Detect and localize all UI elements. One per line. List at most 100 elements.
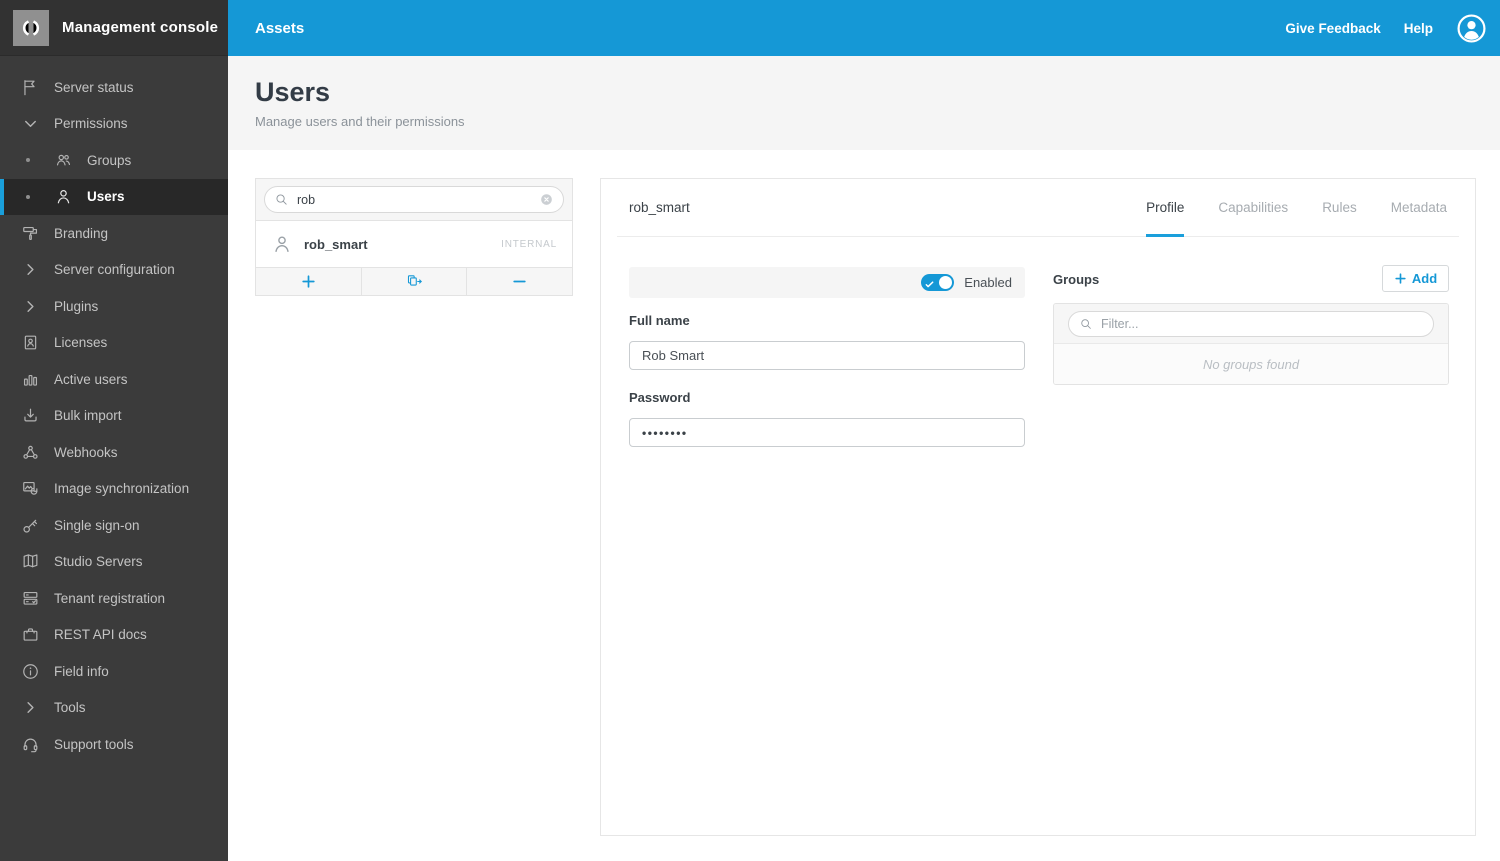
sidebar-item-label: Field info (54, 663, 109, 679)
user-search-box (264, 186, 564, 213)
groups-icon (53, 151, 74, 170)
sidebar-item-label: Tools (54, 700, 86, 716)
user-search-input[interactable] (297, 192, 531, 207)
search-icon (274, 192, 289, 207)
sidebar-item-server-status[interactable]: Server status (0, 69, 228, 106)
tab-rules[interactable]: Rules (1322, 179, 1357, 236)
add-user-button[interactable] (256, 268, 362, 295)
sidebar-item-bulk-import[interactable]: Bulk import (0, 398, 228, 435)
groups-label: Groups (1053, 272, 1100, 287)
tab-profile[interactable]: Profile (1146, 179, 1185, 237)
sidebar-item-plugins[interactable]: Plugins (0, 288, 228, 325)
management-console-screen: Management console Server status Permissi… (0, 0, 1500, 861)
groups-filter-input[interactable] (1101, 316, 1423, 331)
open-text-logo-icon (13, 9, 49, 46)
sidebar-item-single-sign-on[interactable]: Single sign-on (0, 507, 228, 544)
user-list-toolbar (256, 268, 572, 295)
bullet-dot (26, 194, 30, 199)
sidebar-item-tenant-registration[interactable]: Tenant registration (0, 580, 228, 617)
search-icon (1079, 317, 1093, 331)
sidebar-item-label: Webhooks (54, 444, 118, 460)
user-list: rob_smart INTERNAL (256, 221, 572, 268)
plus-icon (1394, 272, 1407, 285)
tab-label: Rules (1322, 200, 1357, 215)
minus-icon (511, 273, 528, 290)
sidebar-item-label: Bulk import (54, 408, 122, 424)
sidebar-item-server-configuration[interactable]: Server configuration (0, 252, 228, 289)
clear-search-icon[interactable] (539, 192, 554, 207)
sidebar-item-licenses[interactable]: Licenses (0, 325, 228, 362)
remove-user-button[interactable] (467, 268, 572, 295)
key-icon (20, 516, 41, 535)
page-header: Users Manage users and their permissions (228, 56, 1500, 150)
user-list-item[interactable]: rob_smart INTERNAL (256, 221, 572, 268)
sidebar-item-label: Support tools (54, 736, 134, 752)
enabled-toggle[interactable] (921, 274, 955, 291)
toggle-knob (939, 276, 953, 289)
sidebar-item-image-synchronization[interactable]: Image synchronization (0, 471, 228, 508)
tab-label: Capabilities (1218, 200, 1289, 215)
user-list-panel: rob_smart INTERNAL (255, 178, 573, 296)
sidebar-item-studio-servers[interactable]: Studio Servers (0, 544, 228, 581)
sidebar-item-label: Server configuration (54, 262, 175, 278)
headset-icon (20, 735, 41, 754)
flag-icon (20, 78, 41, 97)
sidebar-item-branding[interactable]: Branding (0, 215, 228, 252)
sidebar-item-rest-api-docs[interactable]: REST API docs (0, 617, 228, 654)
sidebar-item-webhooks[interactable]: Webhooks (0, 434, 228, 471)
sidebar: Management console Server status Permissi… (0, 0, 228, 861)
tab-metadata[interactable]: Metadata (1391, 179, 1447, 236)
sidebar-item-permissions[interactable]: Permissions (0, 106, 228, 143)
download-icon (20, 406, 41, 425)
app-title: Assets (255, 19, 305, 37)
sidebar-item-users[interactable]: Users (0, 178, 228, 215)
tab-label: Profile (1146, 200, 1185, 215)
sidebar-item-label: Licenses (54, 335, 108, 351)
copy-user-to-button[interactable] (362, 268, 468, 295)
info-icon (20, 662, 41, 681)
add-group-button[interactable]: Add (1382, 265, 1449, 292)
full-name-label: Full name (629, 313, 690, 328)
sidebar-item-label: Users (87, 189, 125, 205)
groups-empty-message: No groups found (1054, 344, 1448, 384)
sidebar-item-tools[interactable]: Tools (0, 690, 228, 727)
sidebar-item-support-tools[interactable]: Support tools (0, 726, 228, 763)
chevron-down-icon (20, 114, 41, 133)
paint-roller-icon (20, 224, 41, 243)
detail-username: rob_smart (629, 200, 690, 215)
help-link[interactable]: Help (1404, 21, 1433, 36)
groups-filter-box (1068, 310, 1434, 337)
sidebar-item-label: Branding (54, 225, 109, 241)
groups-box: No groups found (1053, 303, 1449, 385)
sidebar-item-field-info[interactable]: Field info (0, 653, 228, 690)
sidebar-item-label: Single sign-on (54, 517, 140, 533)
topbar: Assets Give Feedback Help (228, 0, 1500, 56)
sidebar-item-active-users[interactable]: Active users (0, 361, 228, 398)
password-input[interactable] (629, 418, 1025, 447)
topbar-right: Give Feedback Help (1285, 13, 1500, 44)
toolbox-icon (20, 625, 41, 644)
full-name-input[interactable] (629, 341, 1025, 370)
user-type-badge: INTERNAL (501, 238, 557, 250)
sidebar-item-label: Server status (54, 79, 134, 95)
tab-label: Metadata (1390, 200, 1447, 215)
sidebar-item-groups[interactable]: Groups (0, 142, 228, 179)
tab-capabilities[interactable]: Capabilities (1218, 179, 1288, 236)
webhook-icon (20, 443, 41, 462)
password-label: Password (629, 390, 691, 405)
user-icon (271, 233, 293, 255)
chevron-right-icon (20, 698, 41, 717)
add-group-label: Add (1411, 271, 1438, 286)
sidebar-item-label: REST API docs (54, 627, 147, 643)
plus-icon (300, 273, 317, 290)
page-subtitle: Manage users and their permissions (255, 114, 465, 129)
user-detail-card: rob_smart Profile Capabilities Rules Metada… (600, 178, 1476, 836)
id-badge-icon (20, 333, 41, 352)
copy-arrow-icon (406, 273, 423, 290)
user-avatar-icon[interactable] (1456, 13, 1487, 44)
give-feedback-link[interactable]: Give Feedback (1285, 21, 1380, 36)
sidebar-item-label: Active users (54, 371, 128, 387)
bar-chart-icon (20, 370, 41, 389)
image-sync-icon (20, 479, 41, 498)
page-title: Users (255, 77, 331, 107)
